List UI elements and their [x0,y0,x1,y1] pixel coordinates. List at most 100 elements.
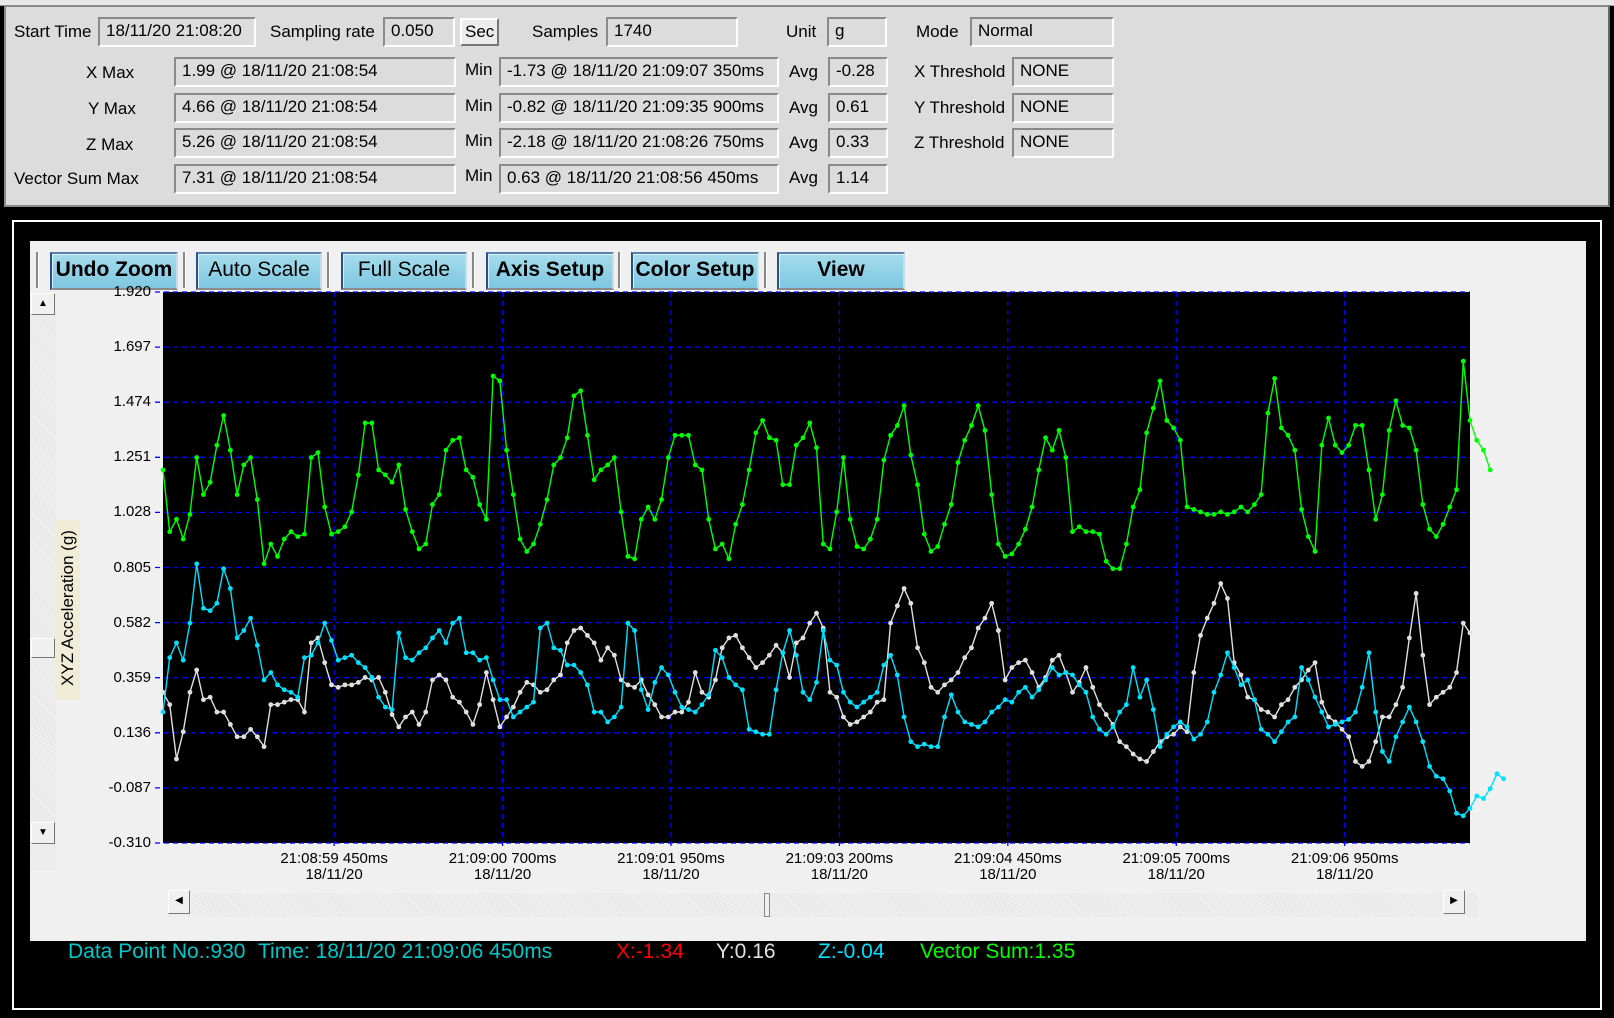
data-point-y [1312,660,1318,666]
data-point-z [692,709,698,715]
data-point-vector-sum [160,467,166,473]
data-point-vector-sum [564,435,570,441]
data-point-vector-sum [1022,526,1028,532]
data-point-vector-sum [1265,410,1271,416]
data-point-y [672,709,678,715]
data-point-z [1440,776,1446,782]
scroll-right-arrow-icon[interactable]: ▶ [1443,890,1465,914]
data-point-y [463,709,469,715]
data-point-z [625,620,631,626]
data-point-z [174,640,179,646]
data-point-y [861,714,867,720]
data-point-z [1198,731,1203,737]
data-point-z [1211,689,1217,695]
data-point-vector-sum [1427,526,1432,532]
data-point-vector-sum [800,435,806,441]
data-point-vector-sum [362,420,368,426]
data-point-vector-sum [1413,447,1419,453]
data-point-z [935,744,941,750]
data-point-z [1433,773,1439,779]
data-point-y [659,714,664,720]
data-point-y [174,756,179,762]
data-point-vector-sum [659,497,664,502]
data-point-vector-sum [376,467,381,473]
data-point-z [1103,731,1109,737]
data-point-vector-sum [537,521,543,527]
vector-sum-value: Vector Sum:1.35 [920,940,1076,963]
data-point-z [1184,724,1190,730]
data-point-vector-sum [483,516,489,522]
data-point-vector-sum [1420,502,1426,507]
data-point-z [1393,734,1399,740]
chart-plot[interactable] [0,0,1614,1018]
data-point-vector-sum [1312,549,1318,554]
data-point-z [1231,665,1237,670]
data-point-vector-sum [416,546,422,552]
data-point-vector-sum [1049,447,1055,453]
data-point-z [1420,739,1426,745]
data-point-y [585,633,590,638]
horizontal-scrollbar[interactable] [168,893,1478,917]
data-point-vector-sum [1326,415,1331,421]
data-point-vector-sum [531,541,536,547]
data-point-y [1238,672,1244,678]
horizontal-scroll-thumb[interactable] [764,893,770,917]
data-point-z [423,645,429,651]
data-point-vector-sum [335,529,341,535]
data-point-vector-sum [1454,487,1459,493]
data-point-vector-sum [1238,504,1244,510]
data-point-y [1137,756,1143,762]
data-point-z [335,657,341,663]
data-point-y [1016,660,1022,666]
data-point-y [537,689,543,695]
data-point-vector-sum [517,536,523,542]
data-point-vector-sum [1103,558,1109,564]
data-point-y [632,684,637,690]
data-point-vector-sum [457,435,462,441]
data-point-vector-sum [753,430,759,436]
data-point-z [1204,719,1210,725]
data-point-y [1353,759,1358,764]
data-point-y [760,660,766,666]
data-point-vector-sum [1406,425,1412,431]
data-point-z [814,679,819,685]
data-point-y [1211,600,1217,606]
data-point-vector-sum [969,423,974,428]
data-point-vector-sum [1366,467,1372,473]
data-point-vector-sum [814,445,819,451]
data-point-z [955,709,961,715]
data-point-y [1393,702,1399,708]
data-point-z [1063,670,1069,675]
data-point-y [611,652,617,658]
data-point-y [787,675,792,680]
data-point-vector-sum [187,511,193,517]
data-point-z [207,608,213,614]
data-point-z [1447,788,1453,794]
data-point-vector-sum [194,455,200,460]
z-value: Z:-0.04 [818,940,885,963]
data-point-z [544,620,550,626]
data-point-z [369,675,375,680]
data-point-vector-sum [436,492,442,498]
data-point-y [1103,712,1109,717]
data-point-z [672,689,678,695]
data-point-z [820,628,826,633]
data-point-y [1440,689,1446,695]
data-point-vector-sum [692,462,698,468]
data-point-vector-sum [1487,467,1493,473]
data-point-y [1454,670,1459,675]
data-point-z [1144,677,1150,683]
data-point-z [463,650,469,656]
data-point-y [1177,724,1183,730]
data-point-z [598,709,604,715]
data-point-y [510,704,516,710]
data-point-vector-sum [1211,511,1217,517]
data-point-z [888,652,894,658]
data-point-y [281,699,287,705]
scroll-left-arrow-icon[interactable]: ◀ [168,890,190,914]
data-point-y [908,600,914,606]
data-point-vector-sum [241,462,247,468]
data-point-vector-sum [180,536,186,542]
data-point-vector-sum [975,403,981,409]
data-point-z [969,721,974,727]
